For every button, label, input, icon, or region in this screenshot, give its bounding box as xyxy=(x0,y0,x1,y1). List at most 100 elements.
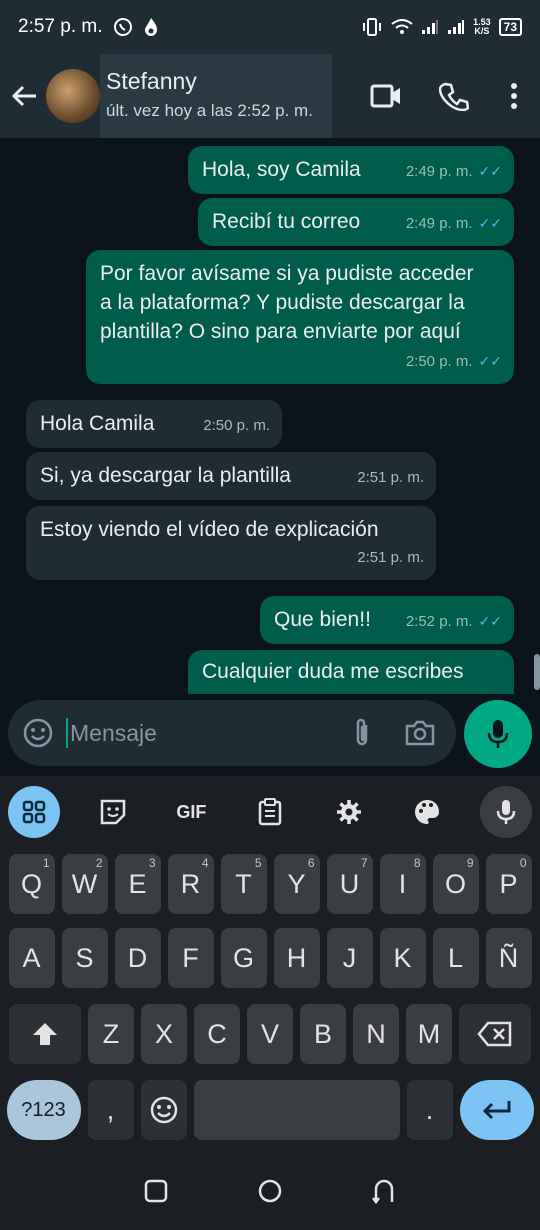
message-text: Si, ya descargar la plantilla xyxy=(40,464,291,487)
nav-back-button[interactable] xyxy=(371,1178,396,1209)
sticker-button[interactable] xyxy=(87,786,139,838)
back-button[interactable] xyxy=(2,54,46,138)
key-m[interactable]: M xyxy=(406,1004,452,1064)
recents-button[interactable] xyxy=(144,1179,168,1208)
backspace-key[interactable] xyxy=(459,1004,531,1064)
system-nav-bar xyxy=(0,1156,540,1230)
key-u[interactable]: U7 xyxy=(326,854,373,914)
shift-key[interactable] xyxy=(9,1004,81,1064)
message-text: Hola, soy Camila xyxy=(202,158,361,181)
clipboard-icon xyxy=(258,798,282,826)
message-bubble[interactable]: Recibí tu correo 2:49 p. m. ✓✓ xyxy=(198,198,514,246)
message-meta: 2:51 p. m. xyxy=(357,469,424,486)
key-y[interactable]: Y6 xyxy=(273,854,320,914)
message-bubble[interactable]: Si, ya descargar la plantilla 2:51 p. m. xyxy=(26,452,436,500)
home-button[interactable] xyxy=(257,1178,283,1209)
return-arrow-icon xyxy=(482,1101,510,1120)
key-j[interactable]: J xyxy=(326,928,373,988)
enter-key[interactable] xyxy=(459,1080,534,1140)
emoji-key[interactable] xyxy=(140,1080,187,1140)
key-o[interactable]: O9 xyxy=(432,854,479,914)
key-r[interactable]: R4 xyxy=(167,854,214,914)
key-e[interactable]: E3 xyxy=(114,854,161,914)
period-key[interactable]: . xyxy=(406,1080,453,1140)
message-meta: 2:49 p. m. ✓✓ xyxy=(406,157,502,186)
key-k[interactable]: K xyxy=(379,928,426,988)
circle-icon xyxy=(258,1179,282,1202)
key-v[interactable]: V xyxy=(247,1004,293,1064)
key-d[interactable]: D xyxy=(114,928,161,988)
shift-arrow-icon xyxy=(33,1023,57,1045)
message-bubble[interactable]: Cualquier duda me escribes xyxy=(188,650,514,694)
key-row-2: A S D F G H J K L Ñ xyxy=(0,928,540,988)
symbols-key[interactable]: ?123 xyxy=(6,1080,81,1140)
apps-grid-button[interactable] xyxy=(8,786,60,838)
arrow-left-icon xyxy=(11,85,36,107)
double-check-icon: ✓✓ xyxy=(478,353,502,369)
flame-notification-icon xyxy=(143,17,159,37)
vibrate-icon xyxy=(361,17,383,37)
contact-avatar[interactable] xyxy=(46,69,100,123)
video-call-button[interactable] xyxy=(352,54,420,138)
key-s[interactable]: S xyxy=(61,928,108,988)
key-h[interactable]: H xyxy=(273,928,320,988)
theme-button[interactable] xyxy=(401,786,453,838)
camera-button[interactable] xyxy=(398,711,442,755)
key-w[interactable]: W2 xyxy=(61,854,108,914)
palette-icon xyxy=(415,800,440,824)
key-enye[interactable]: Ñ xyxy=(485,928,532,988)
keyboard: GIF Q1 W2 E3 R4 T5 Y6 U7 I8 O9 P0 A S D … xyxy=(0,776,540,1230)
key-q[interactable]: Q1 xyxy=(8,854,55,914)
microphone-icon xyxy=(496,800,516,824)
voice-call-button[interactable] xyxy=(420,54,488,138)
contact-info[interactable]: Stefanny últ. vez hoy a las 2:52 p. m. xyxy=(100,54,332,138)
smiley-icon xyxy=(150,1096,177,1124)
chat-header: Stefanny últ. vez hoy a las 2:52 p. m. xyxy=(0,54,540,138)
key-t[interactable]: T5 xyxy=(220,854,267,914)
voice-message-button[interactable] xyxy=(464,700,532,768)
back-arch-icon xyxy=(371,1179,393,1204)
key-z[interactable]: Z xyxy=(88,1004,134,1064)
message-bubble[interactable]: Estoy viendo el vídeo de explicación 2:5… xyxy=(26,506,436,580)
comma-key[interactable]: , xyxy=(87,1080,134,1140)
attach-button[interactable] xyxy=(340,711,384,755)
message-meta: 2:52 p. m. ✓✓ xyxy=(406,607,502,636)
key-n[interactable]: N xyxy=(353,1004,399,1064)
wifi-icon xyxy=(391,18,413,36)
double-check-icon: ✓✓ xyxy=(478,163,502,179)
emoji-button[interactable] xyxy=(16,711,60,755)
menu-button[interactable] xyxy=(488,54,540,138)
video-camera-icon xyxy=(370,84,400,108)
message-meta: 2:49 p. m. ✓✓ xyxy=(406,209,502,238)
message-meta: 2:51 p. m. xyxy=(357,549,424,566)
key-c[interactable]: C xyxy=(194,1004,240,1064)
key-i[interactable]: I8 xyxy=(379,854,426,914)
message-bubble[interactable]: Hola, soy Camila 2:49 p. m. ✓✓ xyxy=(188,146,514,194)
key-x[interactable]: X xyxy=(141,1004,187,1064)
message-text: Estoy viendo el vídeo de explicación xyxy=(40,518,379,541)
gif-button[interactable]: GIF xyxy=(165,786,217,838)
message-input[interactable]: Mensaje xyxy=(8,700,456,766)
key-p[interactable]: P0 xyxy=(485,854,532,914)
key-b[interactable]: B xyxy=(300,1004,346,1064)
space-key[interactable] xyxy=(193,1080,400,1140)
voice-input-button[interactable] xyxy=(479,786,532,838)
clipboard-button[interactable] xyxy=(244,786,296,838)
camera-icon xyxy=(405,720,435,746)
input-placeholder: Mensaje xyxy=(70,719,157,746)
grid-icon xyxy=(22,800,46,824)
last-seen: últ. vez hoy a las 2:52 p. m. xyxy=(106,101,313,120)
smiley-icon xyxy=(23,718,53,748)
key-g[interactable]: G xyxy=(220,928,267,988)
square-icon xyxy=(145,1179,168,1202)
key-a[interactable]: A xyxy=(8,928,55,988)
scrollbar-thumb[interactable] xyxy=(534,654,540,690)
message-bubble[interactable]: Hola Camila 2:50 p. m. xyxy=(26,400,282,448)
message-bubble[interactable]: Que bien!! 2:52 p. m. ✓✓ xyxy=(260,596,514,644)
settings-button[interactable] xyxy=(323,786,375,838)
message-bubble[interactable]: Por favor avísame si ya pudiste acceder … xyxy=(86,250,514,384)
net-speed: 1.53 K/S xyxy=(473,17,491,36)
key-f[interactable]: F xyxy=(167,928,214,988)
key-l[interactable]: L xyxy=(432,928,479,988)
chat-area[interactable]: Hola, soy Camila 2:49 p. m. ✓✓ Recibí tu … xyxy=(0,138,540,694)
